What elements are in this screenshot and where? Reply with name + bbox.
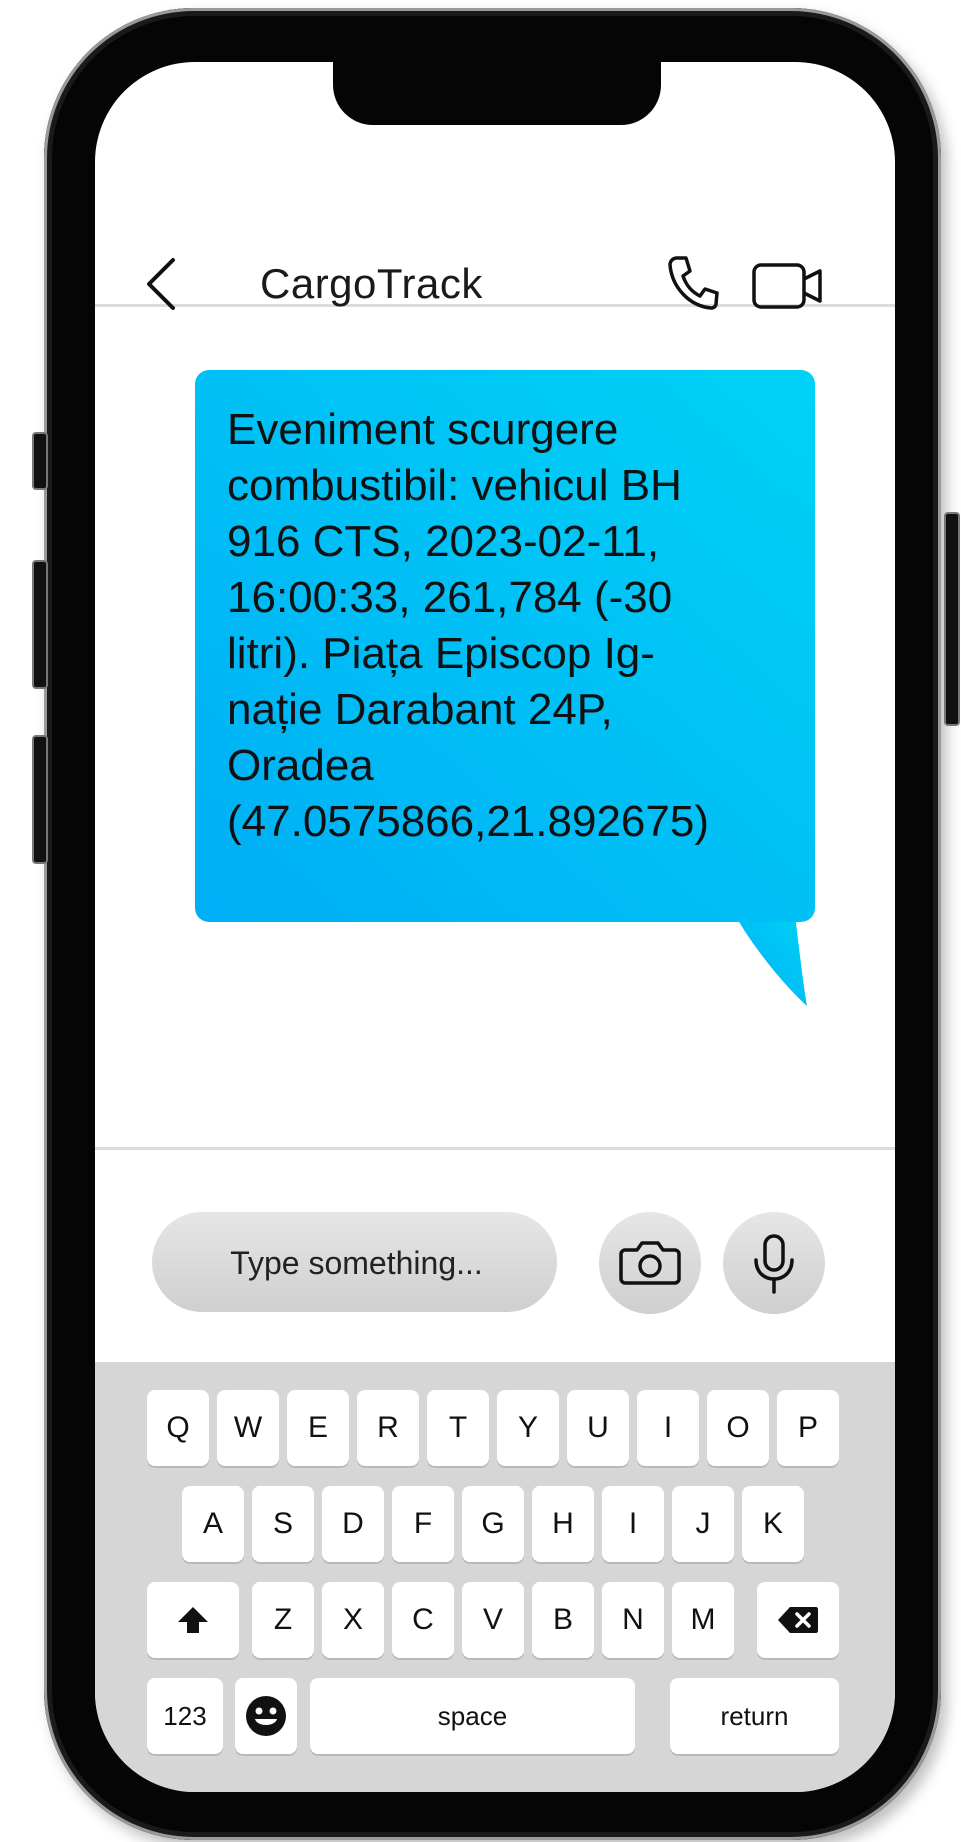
silent-switch bbox=[32, 432, 48, 490]
volume-down-button bbox=[32, 735, 48, 864]
key-h[interactable]: H bbox=[532, 1486, 594, 1562]
key-u[interactable]: U bbox=[567, 1390, 629, 1466]
space-key[interactable]: space bbox=[310, 1678, 635, 1754]
key-v[interactable]: V bbox=[462, 1582, 524, 1658]
return-key[interactable]: return bbox=[670, 1678, 839, 1754]
key-b[interactable]: B bbox=[532, 1582, 594, 1658]
video-camera-icon[interactable] bbox=[752, 262, 824, 310]
contact-name: CargoTrack bbox=[260, 260, 483, 307]
volume-up-button bbox=[32, 560, 48, 689]
microphone-button[interactable] bbox=[723, 1212, 825, 1314]
backspace-icon bbox=[778, 1607, 818, 1633]
key-e[interactable]: E bbox=[287, 1390, 349, 1466]
key-s[interactable]: S bbox=[252, 1486, 314, 1562]
key-t[interactable]: T bbox=[427, 1390, 489, 1466]
delete-key[interactable] bbox=[757, 1582, 839, 1658]
key-k[interactable]: K bbox=[742, 1486, 804, 1562]
key-a[interactable]: A bbox=[182, 1486, 244, 1562]
chevron-left-icon[interactable] bbox=[143, 254, 183, 314]
message-bubble[interactable]: Eveniment scurgere combustibil: vehicul … bbox=[195, 370, 815, 922]
message-text-field[interactable] bbox=[152, 1212, 561, 1314]
composer-divider bbox=[95, 1147, 895, 1150]
microphone-icon bbox=[754, 1234, 794, 1294]
key-n[interactable]: N bbox=[602, 1582, 664, 1658]
key-g[interactable]: G bbox=[462, 1486, 524, 1562]
notch bbox=[333, 62, 661, 125]
key-f[interactable]: F bbox=[392, 1486, 454, 1562]
emoji-key[interactable] bbox=[235, 1678, 297, 1754]
key-i[interactable]: I bbox=[637, 1390, 699, 1466]
key-d[interactable]: D bbox=[322, 1486, 384, 1562]
key-c[interactable]: C bbox=[392, 1582, 454, 1658]
key-y[interactable]: Y bbox=[497, 1390, 559, 1466]
camera-button[interactable] bbox=[599, 1212, 701, 1314]
shift-arrow-icon bbox=[178, 1607, 208, 1633]
on-screen-keyboard: Q W E R T Y U I O P A S D F G H I J K Z … bbox=[95, 1362, 895, 1792]
key-z[interactable]: Z bbox=[252, 1582, 314, 1658]
chat-header: CargoTrack bbox=[95, 182, 895, 310]
shift-key[interactable] bbox=[147, 1582, 239, 1658]
key-q[interactable]: Q bbox=[147, 1390, 209, 1466]
key-x[interactable]: X bbox=[322, 1582, 384, 1658]
key-i-row2[interactable]: I bbox=[602, 1486, 664, 1562]
phone-icon[interactable] bbox=[667, 254, 719, 310]
phone-screen: CargoTrack Eveniment scurgere combustibi… bbox=[95, 62, 895, 1792]
key-r[interactable]: R bbox=[357, 1390, 419, 1466]
camera-icon bbox=[619, 1241, 681, 1285]
message-input[interactable] bbox=[152, 1212, 561, 1314]
key-p[interactable]: P bbox=[777, 1390, 839, 1466]
numbers-key[interactable]: 123 bbox=[147, 1678, 223, 1754]
key-o[interactable]: O bbox=[707, 1390, 769, 1466]
power-button bbox=[944, 512, 960, 726]
key-j[interactable]: J bbox=[672, 1486, 734, 1562]
key-m[interactable]: M bbox=[672, 1582, 734, 1658]
outgoing-message: Eveniment scurgere combustibil: vehicul … bbox=[195, 370, 845, 1010]
emoji-icon bbox=[246, 1696, 286, 1736]
key-w[interactable]: W bbox=[217, 1390, 279, 1466]
message-text: Eveniment scurgere combustibil: vehicul … bbox=[227, 405, 709, 846]
